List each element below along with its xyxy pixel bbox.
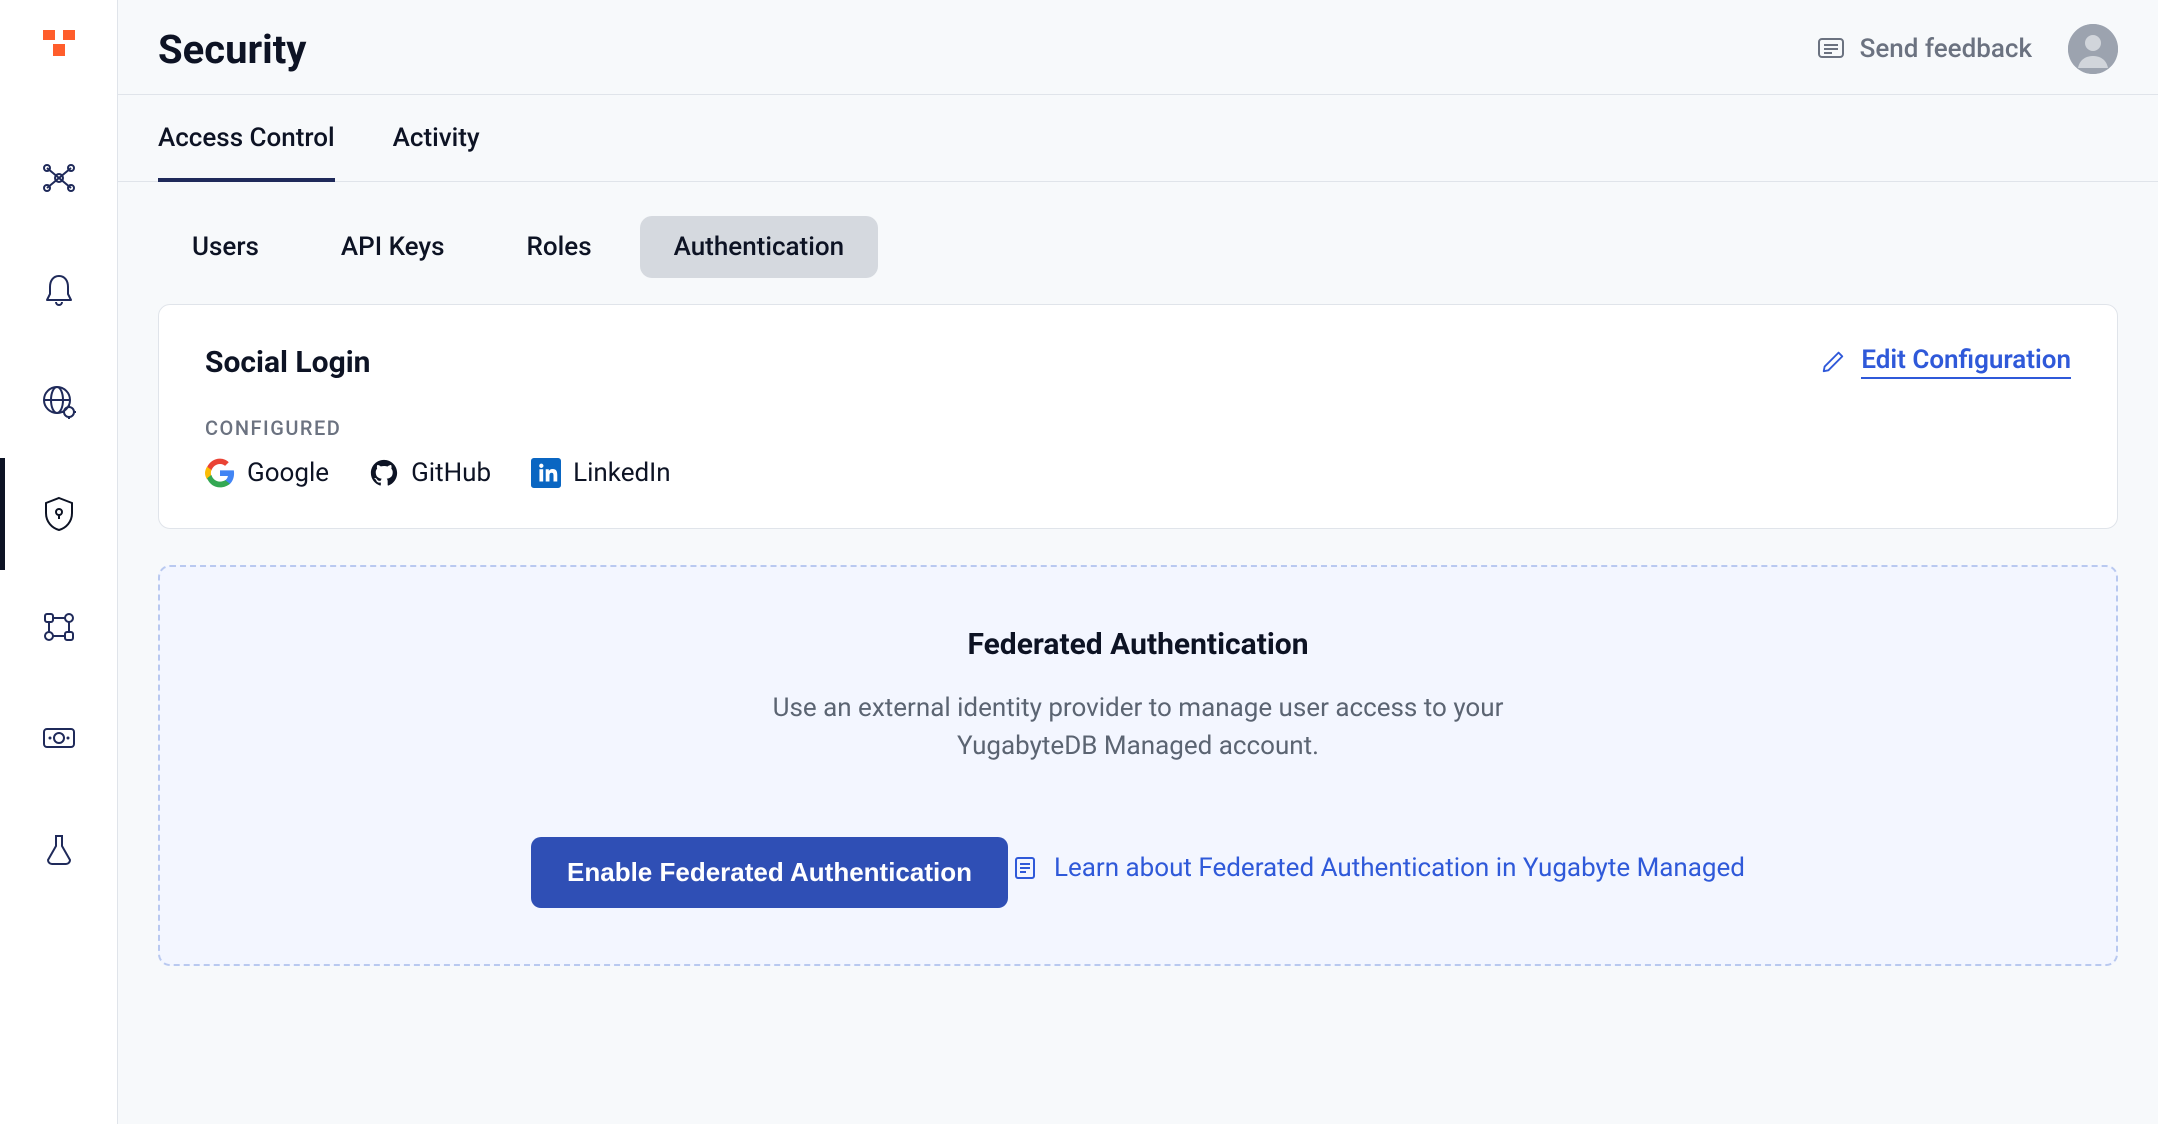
- graph-icon: [39, 158, 79, 198]
- provider-github: GitHub: [369, 458, 491, 488]
- subtab-users[interactable]: Users: [158, 216, 293, 278]
- tab-label: Access Control: [158, 123, 335, 153]
- nav-network[interactable]: [0, 346, 118, 458]
- tab-activity[interactable]: Activity: [393, 95, 480, 181]
- workflow-icon: [39, 606, 79, 646]
- send-feedback-button[interactable]: Send feedback: [1816, 34, 2032, 64]
- subtab-label: API Keys: [341, 232, 445, 262]
- subtab-api-keys[interactable]: API Keys: [307, 216, 479, 278]
- bell-icon: [39, 270, 79, 310]
- subtab-label: Authentication: [674, 232, 844, 262]
- edit-configuration-button[interactable]: Edit Configuration: [1819, 345, 2071, 379]
- provider-linkedin: LinkedIn: [531, 458, 671, 488]
- social-login-title: Social Login: [205, 345, 370, 380]
- header-actions: Send feedback: [1816, 24, 2118, 74]
- globe-settings-icon: [39, 382, 79, 422]
- learn-federated-link[interactable]: Learn about Federated Authentication in …: [1012, 853, 1745, 883]
- edit-configuration-label: Edit Configuration: [1861, 345, 2071, 379]
- federated-auth-panel: Federated Authentication Use an external…: [158, 565, 2118, 966]
- federated-title: Federated Authentication: [200, 627, 2076, 662]
- user-avatar[interactable]: [2068, 24, 2118, 74]
- social-login-panel: Social Login Edit Configuration CONFIGUR…: [158, 304, 2118, 529]
- provider-label: LinkedIn: [573, 458, 671, 488]
- federated-description: Use an external identity provider to man…: [758, 690, 1518, 765]
- nav-billing[interactable]: [0, 682, 118, 794]
- pencil-icon: [1819, 348, 1847, 376]
- tab-access-control[interactable]: Access Control: [158, 95, 335, 181]
- subtab-authentication[interactable]: Authentication: [640, 216, 878, 278]
- money-icon: [39, 718, 79, 758]
- page-header: Security Send feedback: [118, 24, 2158, 95]
- enable-federated-button[interactable]: Enable Federated Authentication: [531, 837, 1008, 908]
- subtab-label: Users: [192, 232, 259, 262]
- configured-label: CONFIGURED: [205, 416, 2071, 440]
- nav-alerts[interactable]: [0, 234, 118, 346]
- github-icon: [369, 458, 399, 488]
- nav-clusters[interactable]: [0, 122, 118, 234]
- provider-label: GitHub: [411, 458, 491, 488]
- tab-label: Activity: [393, 123, 480, 153]
- page-title: Security: [158, 26, 306, 73]
- main-content: Security Send feedback Access Control Ac…: [118, 0, 2158, 1124]
- subtab-label: Roles: [527, 232, 592, 262]
- doc-icon: [1012, 855, 1038, 881]
- logo: [37, 24, 81, 72]
- nav-labs[interactable]: [0, 794, 118, 906]
- sidebar: [0, 0, 118, 1124]
- flask-icon: [39, 830, 79, 870]
- send-feedback-label: Send feedback: [1860, 34, 2032, 64]
- feedback-icon: [1816, 34, 1846, 64]
- learn-federated-label: Learn about Federated Authentication in …: [1054, 853, 1745, 883]
- sub-tabs: Users API Keys Roles Authentication: [118, 182, 2158, 304]
- avatar-icon: [2068, 24, 2118, 74]
- nav-integrations[interactable]: [0, 570, 118, 682]
- nav-security[interactable]: [0, 458, 118, 570]
- panel-header: Social Login Edit Configuration: [205, 345, 2071, 380]
- provider-google: Google: [205, 458, 329, 488]
- providers-list: Google GitHub LinkedIn: [205, 458, 2071, 488]
- google-icon: [205, 458, 235, 488]
- tab-content: Social Login Edit Configuration CONFIGUR…: [118, 304, 2158, 1006]
- shield-lock-icon: [39, 494, 79, 534]
- provider-label: Google: [247, 458, 329, 488]
- subtab-roles[interactable]: Roles: [493, 216, 626, 278]
- top-tabs: Access Control Activity: [118, 95, 2158, 182]
- linkedin-icon: [531, 458, 561, 488]
